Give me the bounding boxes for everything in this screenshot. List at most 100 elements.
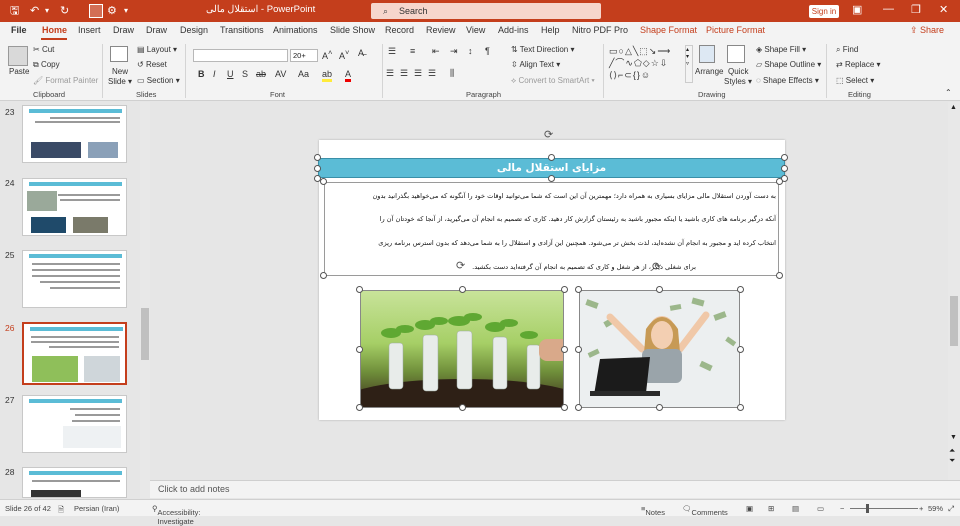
shape-effects-button[interactable]: ◌ Shape Effects ▾ bbox=[756, 76, 819, 85]
minimize-icon[interactable]: — bbox=[883, 3, 894, 15]
more-icon[interactable]: ▾ bbox=[124, 3, 128, 19]
redo-icon[interactable]: ↻ bbox=[60, 3, 69, 19]
tab-help[interactable]: Help bbox=[541, 25, 560, 35]
paste-icon[interactable] bbox=[8, 46, 28, 66]
increase-indent-icon[interactable]: ⇥ bbox=[450, 46, 458, 57]
resize-handle[interactable] bbox=[575, 286, 582, 293]
zoom-level[interactable]: 59% bbox=[928, 504, 943, 513]
tab-add-ins[interactable]: Add-ins bbox=[498, 25, 529, 35]
resize-handle[interactable] bbox=[548, 154, 555, 161]
highlight-icon[interactable]: ab bbox=[322, 69, 333, 82]
align-center-icon[interactable]: ☰ bbox=[400, 68, 408, 79]
resize-handle[interactable] bbox=[737, 346, 744, 353]
normal-view-icon[interactable]: ▣ bbox=[746, 504, 753, 513]
rotate-handle-icon[interactable]: ⟳ bbox=[652, 260, 661, 273]
resize-handle[interactable] bbox=[781, 165, 788, 172]
slide-thumbnail-27[interactable] bbox=[22, 395, 127, 453]
slide-scrollbar[interactable]: ▲ ▼ ⏶ ⏷ bbox=[948, 102, 960, 498]
resize-handle[interactable] bbox=[548, 175, 555, 182]
comments-button[interactable]: 🗨 Comments bbox=[682, 504, 728, 517]
slideshow-icon[interactable]: ▭ bbox=[817, 504, 824, 513]
resize-handle[interactable] bbox=[575, 346, 582, 353]
notes-placeholder[interactable]: Click to add notes bbox=[158, 484, 230, 494]
char-spacing-icon[interactable]: AV bbox=[275, 69, 286, 79]
section-button[interactable]: ▭ Section ▾ bbox=[137, 76, 180, 85]
resize-handle[interactable] bbox=[459, 286, 466, 293]
resize-handle[interactable] bbox=[314, 154, 321, 161]
tab-record[interactable]: Record bbox=[385, 25, 414, 35]
text-direction-button[interactable]: ⇅ Text Direction ▾ bbox=[511, 45, 575, 54]
scroll-down-icon[interactable]: ▼ bbox=[950, 434, 957, 441]
layout-icon[interactable] bbox=[89, 4, 103, 18]
font-color-icon[interactable]: A bbox=[345, 69, 352, 82]
slide-thumbnail-24[interactable] bbox=[22, 178, 127, 236]
increase-font-icon[interactable]: A˄ bbox=[322, 48, 332, 61]
align-text-button[interactable]: ⇳ Align Text ▾ bbox=[511, 60, 560, 69]
resize-handle[interactable] bbox=[320, 272, 327, 279]
scroll-thumb[interactable] bbox=[141, 308, 149, 360]
cut-button[interactable]: ✂ Cut bbox=[33, 45, 54, 54]
italic-button[interactable]: I bbox=[213, 69, 216, 79]
tab-slide-show[interactable]: Slide Show bbox=[330, 25, 375, 35]
zoom-slider[interactable] bbox=[850, 508, 918, 509]
rotate-handle-icon[interactable]: ⟳ bbox=[544, 128, 553, 141]
share-button[interactable]: ⇪ Share bbox=[910, 25, 944, 36]
tab-view[interactable]: View bbox=[466, 25, 485, 35]
spelling-icon[interactable]: 🗎 bbox=[58, 504, 64, 517]
arrange-icon[interactable] bbox=[699, 45, 715, 63]
convert-smartart-button[interactable]: ⟡ Convert to SmartArt ▾ bbox=[511, 76, 595, 86]
resize-handle[interactable] bbox=[320, 178, 327, 185]
resize-handle[interactable] bbox=[356, 286, 363, 293]
find-button[interactable]: ⌕ Find bbox=[836, 45, 858, 55]
shape-fill-button[interactable]: ◈ Shape Fill ▾ bbox=[756, 45, 806, 54]
restore-icon[interactable]: ❐ bbox=[911, 3, 921, 16]
resize-handle[interactable] bbox=[561, 404, 568, 411]
resize-handle[interactable] bbox=[656, 404, 663, 411]
zoom-out-icon[interactable]: − bbox=[840, 504, 844, 513]
tab-review[interactable]: Review bbox=[426, 25, 456, 35]
resize-handle[interactable] bbox=[314, 165, 321, 172]
shapes-scroll[interactable]: ▴ ▾ ▿ bbox=[685, 45, 693, 83]
scroll-thumb[interactable] bbox=[950, 296, 958, 346]
slide-thumbnail-25[interactable] bbox=[22, 250, 127, 308]
ribbon-display-icon[interactable]: ▣ bbox=[852, 3, 862, 16]
replace-button[interactable]: ⇄ Replace ▾ bbox=[836, 60, 881, 69]
slide-thumbnail-28[interactable] bbox=[22, 467, 127, 498]
tab-draw-2[interactable]: Draw bbox=[146, 25, 167, 35]
resize-handle[interactable] bbox=[776, 178, 783, 185]
underline-button[interactable]: U bbox=[227, 69, 234, 79]
new-slide-button-2[interactable]: Slide ▾ bbox=[108, 77, 132, 86]
next-slide-icon[interactable]: ⏷ bbox=[949, 456, 955, 466]
bold-button[interactable]: B bbox=[198, 69, 205, 79]
decrease-indent-icon[interactable]: ⇤ bbox=[432, 46, 440, 57]
fit-slide-icon[interactable]: ⤢ bbox=[948, 504, 954, 514]
thumbnails-scrollbar[interactable] bbox=[140, 102, 150, 498]
resize-handle[interactable] bbox=[356, 404, 363, 411]
shadow-button[interactable]: S bbox=[242, 69, 248, 79]
zoom-slider-thumb[interactable] bbox=[866, 504, 869, 513]
accessibility-indicator[interactable]: ⚲ Accessibility: Investigate bbox=[152, 504, 200, 526]
slide-sorter-icon[interactable]: ⊞ bbox=[768, 504, 774, 513]
scroll-up-icon[interactable]: ▲ bbox=[950, 104, 957, 111]
slide-thumbnail-23[interactable] bbox=[22, 105, 127, 163]
sign-in-button[interactable]: Sign in bbox=[809, 5, 839, 18]
collapse-ribbon-icon[interactable]: ⌃ bbox=[945, 88, 952, 97]
resize-handle[interactable] bbox=[356, 346, 363, 353]
tab-home[interactable]: Home bbox=[42, 25, 67, 35]
resize-handle[interactable] bbox=[575, 404, 582, 411]
columns-icon[interactable]: ⫼ bbox=[450, 68, 454, 79]
resize-handle[interactable] bbox=[561, 346, 568, 353]
layout-button[interactable]: ▤ Layout ▾ bbox=[137, 45, 177, 54]
select-button[interactable]: ⬚ Select ▾ bbox=[836, 76, 874, 85]
search-box[interactable]: ⌕ Search bbox=[371, 3, 601, 19]
tab-shape-format[interactable]: Shape Format bbox=[640, 25, 697, 35]
format-painter-button[interactable]: 🖌 Format Painter bbox=[33, 76, 98, 85]
close-icon[interactable]: ✕ bbox=[939, 3, 948, 16]
tab-insert[interactable]: Insert bbox=[78, 25, 101, 35]
resize-handle[interactable] bbox=[561, 286, 568, 293]
numbering-icon[interactable]: ≡ bbox=[410, 46, 415, 56]
resize-handle[interactable] bbox=[781, 154, 788, 161]
save-icon[interactable]: 🖫 bbox=[10, 3, 19, 19]
tab-draw[interactable]: Draw bbox=[113, 25, 134, 35]
new-slide-icon[interactable] bbox=[110, 46, 128, 62]
